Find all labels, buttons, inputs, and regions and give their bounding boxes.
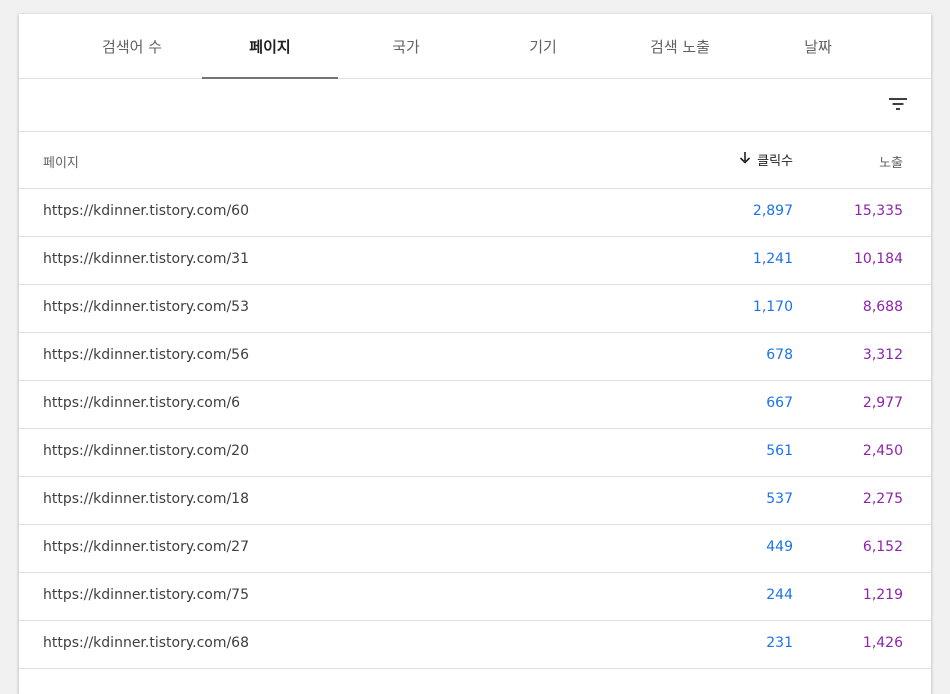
column-header-clicks[interactable]: 클릭수 xyxy=(739,150,793,169)
tab-pages[interactable]: 페이지 xyxy=(202,14,338,79)
table-header: 페이지 클릭수 노출 xyxy=(19,132,931,189)
tab-search-appearance[interactable]: 검색 노출 xyxy=(612,14,748,78)
impressions-value: 3,312 xyxy=(862,347,903,363)
table-row[interactable]: https://kdinner.tistory.com/75 244 1,219 xyxy=(19,573,931,621)
table-body: https://kdinner.tistory.com/60 2,897 15,… xyxy=(19,189,931,669)
clicks-value: 2,897 xyxy=(752,203,793,219)
clicks-value: 231 xyxy=(766,635,793,651)
page-url: https://kdinner.tistory.com/75 xyxy=(43,587,250,603)
table-row[interactable]: https://kdinner.tistory.com/56 678 3,312 xyxy=(19,333,931,381)
table-row[interactable]: https://kdinner.tistory.com/53 1,170 8,6… xyxy=(19,285,931,333)
impressions-value: 1,219 xyxy=(862,587,903,603)
impressions-value: 1,426 xyxy=(862,635,903,651)
impressions-value: 15,335 xyxy=(854,203,903,219)
column-header-impressions[interactable]: 노출 xyxy=(879,152,903,171)
page-url: https://kdinner.tistory.com/27 xyxy=(43,539,250,555)
impressions-value: 2,275 xyxy=(862,491,903,507)
tab-dates[interactable]: 날짜 xyxy=(750,14,886,78)
page-url: https://kdinner.tistory.com/56 xyxy=(43,347,250,363)
tab-queries[interactable]: 검색어 수 xyxy=(64,14,200,78)
clicks-value: 1,241 xyxy=(752,251,793,267)
table-row[interactable]: https://kdinner.tistory.com/6 667 2,977 xyxy=(19,381,931,429)
impressions-value: 2,450 xyxy=(862,443,903,459)
clicks-value: 678 xyxy=(766,347,793,363)
table-toolbar xyxy=(19,79,931,132)
column-header-page: 페이지 xyxy=(43,156,79,171)
clicks-value: 244 xyxy=(766,587,793,603)
page-url: https://kdinner.tistory.com/31 xyxy=(43,251,250,267)
clicks-value: 667 xyxy=(766,395,793,411)
filter-list-icon[interactable] xyxy=(887,93,909,115)
table-row[interactable]: https://kdinner.tistory.com/18 537 2,275 xyxy=(19,477,931,525)
tab-countries[interactable]: 국가 xyxy=(338,14,474,78)
clicks-value: 561 xyxy=(766,443,793,459)
dimension-tabs: 검색어 수 페이지 국가 기기 검색 노출 날짜 xyxy=(19,14,931,79)
page-url: https://kdinner.tistory.com/18 xyxy=(43,491,250,507)
impressions-value: 6,152 xyxy=(862,539,903,555)
clicks-value: 537 xyxy=(766,491,793,507)
impressions-value: 8,688 xyxy=(862,299,903,315)
performance-card: 검색어 수 페이지 국가 기기 검색 노출 날짜 페이지 클릭수 노출 http… xyxy=(19,14,931,694)
table-row[interactable]: https://kdinner.tistory.com/31 1,241 10,… xyxy=(19,237,931,285)
impressions-value: 10,184 xyxy=(854,251,903,267)
page-url: https://kdinner.tistory.com/60 xyxy=(43,203,250,219)
table-row[interactable]: https://kdinner.tistory.com/20 561 2,450 xyxy=(19,429,931,477)
page-url: https://kdinner.tistory.com/20 xyxy=(43,443,250,459)
arrow-down-icon xyxy=(739,151,751,168)
page-url: https://kdinner.tistory.com/53 xyxy=(43,299,250,315)
table-row[interactable]: https://kdinner.tistory.com/27 449 6,152 xyxy=(19,525,931,573)
table-row[interactable]: https://kdinner.tistory.com/60 2,897 15,… xyxy=(19,189,931,237)
page-url: https://kdinner.tistory.com/68 xyxy=(43,635,250,651)
clicks-value: 1,170 xyxy=(752,299,793,315)
clicks-header-label: 클릭수 xyxy=(757,154,793,169)
tab-devices[interactable]: 기기 xyxy=(475,14,611,78)
page-url: https://kdinner.tistory.com/6 xyxy=(43,395,241,411)
impressions-value: 2,977 xyxy=(862,395,903,411)
table-row[interactable]: https://kdinner.tistory.com/68 231 1,426 xyxy=(19,621,931,669)
clicks-value: 449 xyxy=(766,539,793,555)
